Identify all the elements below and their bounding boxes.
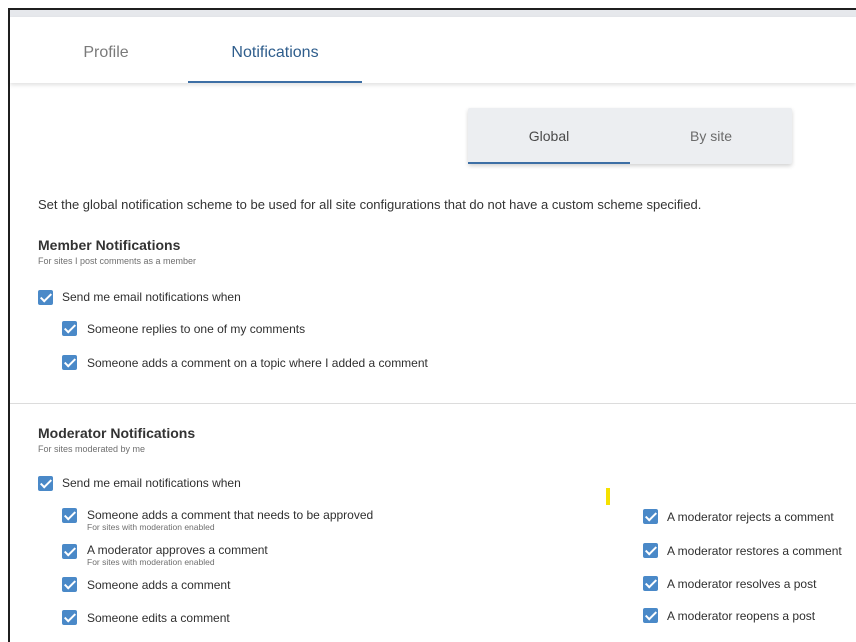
moderator-notifications-subtitle: For sites moderated by me [38,444,146,454]
scope-by-site-tab[interactable]: By site [630,108,792,164]
moderator-option-checkbox[interactable] [643,576,658,591]
moderator-option-note: For sites with moderation enabled [87,557,215,567]
moderator-option-checkbox[interactable] [643,543,658,558]
moderator-option-checkbox[interactable] [62,508,77,523]
moderator-option-label: Someone adds a comment [87,578,231,592]
tab-notifications[interactable]: Notifications [188,17,362,83]
cursor-highlight [606,488,610,505]
moderator-option-checkbox[interactable] [643,509,658,524]
moderator-option-checkbox[interactable] [643,608,658,623]
tab-profile[interactable]: Profile [40,17,172,83]
moderator-option-label: A moderator rejects a comment [667,510,834,524]
top-strip [10,10,856,17]
settings-tabs: Profile Notifications [10,17,856,83]
member-option-label: Someone replies to one of my comments [87,322,306,336]
member-option-checkbox[interactable] [62,321,77,336]
moderator-option-checkbox[interactable] [62,544,77,559]
member-notifications-subtitle: For sites I post comments as a member [38,256,197,266]
scope-global-tab[interactable]: Global [468,108,630,164]
intro-text: Set the global notification scheme to be… [38,197,702,212]
moderator-option-checkbox[interactable] [62,577,77,592]
moderator-option-checkbox[interactable] [62,610,77,625]
member-notifications-title: Member Notifications [38,237,181,253]
moderator-option-label: A moderator resolves a post [667,577,817,591]
moderator-option-label: A moderator approves a comment [87,543,268,557]
moderator-notifications-title: Moderator Notifications [38,425,196,441]
moderator-option-note: For sites with moderation enabled [87,522,215,532]
member-option-label: Someone adds a comment on a topic where … [87,356,428,370]
member-master-checkbox[interactable] [38,290,53,305]
moderator-master-checkbox[interactable] [38,476,53,491]
member-option-checkbox[interactable] [62,355,77,370]
member-master-label: Send me email notifications when [62,290,241,304]
moderator-option-label: Someone adds a comment that needs to be … [87,508,374,522]
moderator-option-label: A moderator restores a comment [667,544,842,558]
moderator-master-label: Send me email notifications when [62,476,241,490]
moderator-option-label: A moderator reopens a post [667,609,816,623]
scope-toggle: Global By site [468,108,792,164]
moderator-option-label: Someone edits a comment [87,611,230,625]
section-divider [10,403,856,404]
